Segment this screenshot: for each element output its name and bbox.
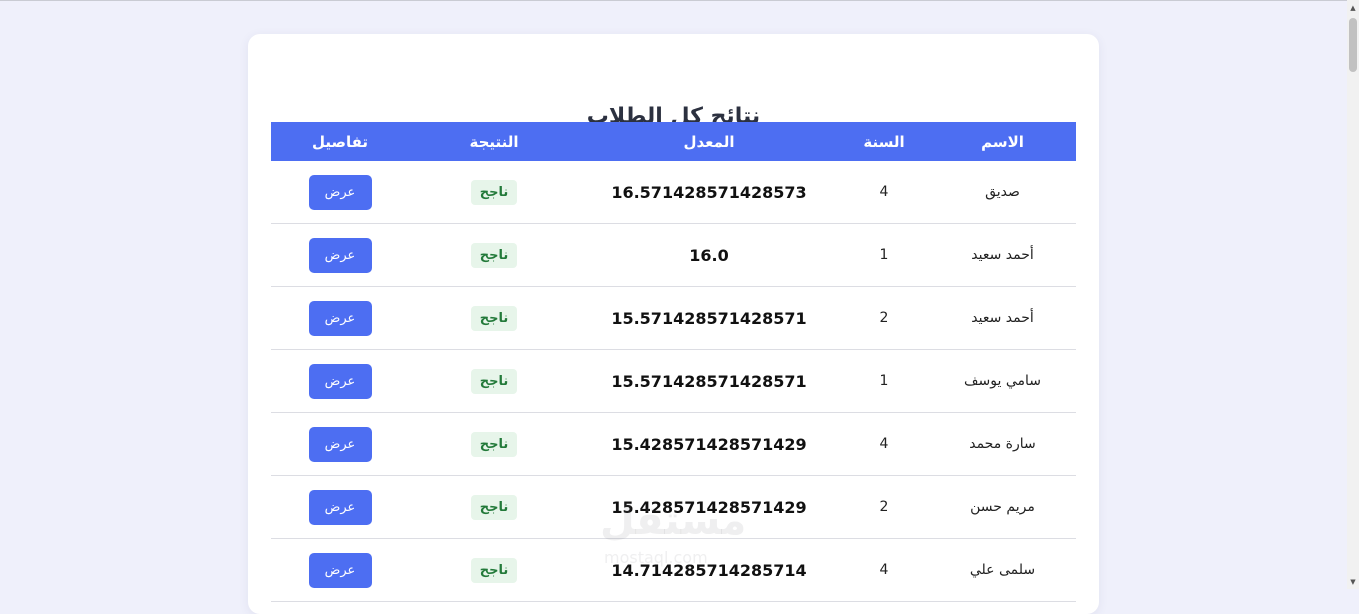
results-card: نتائج كل الطلاب الاسم السنة المعدل النتي… [248,34,1099,614]
student-name: أحمد سعيد [929,286,1076,350]
student-average: 16.0 [579,223,839,287]
header-year: السنة [863,132,905,151]
table-row: سامي يوسف 1 15.571428571428571 ناجح عرض [271,349,1076,413]
result-badge: ناجح [470,305,518,331]
view-button[interactable]: عرض [308,489,372,525]
vertical-scrollbar[interactable]: ▲ ▼ [1347,0,1359,589]
student-year: 2 [839,475,929,539]
student-name: صديق [929,161,1076,224]
view-button[interactable]: عرض [308,237,372,273]
student-average: 15.428571428571429 [579,475,839,539]
scroll-up-arrow-icon[interactable]: ▲ [1347,1,1359,15]
table-row: صديق 4 16.571428571428573 ناجح عرض [271,161,1076,224]
table-row: مريم حسن 2 15.428571428571429 ناجح عرض [271,475,1076,539]
view-button[interactable]: عرض [308,552,372,588]
student-year: 1 [839,223,929,287]
result-badge: ناجح [470,368,518,394]
result-badge: ناجح [470,179,518,205]
scroll-down-arrow-icon[interactable]: ▼ [1347,575,1359,589]
header-details: تفاصيل [311,132,369,151]
view-button[interactable]: عرض [308,426,372,462]
view-button[interactable]: عرض [308,300,372,336]
student-name: مريم حسن [929,475,1076,539]
student-year: 4 [839,412,929,476]
result-badge: ناجح [470,494,518,520]
table-header: الاسم السنة المعدل النتيجة تفاصيل [271,122,1076,161]
result-badge: ناجح [470,431,518,457]
student-name: أحمد سعيد [929,223,1076,287]
table-row: أحمد سعيد 2 15.571428571428571 ناجح عرض [271,286,1076,350]
student-average: 16.571428571428573 [579,161,839,224]
window-top-border [0,0,1359,1]
view-button[interactable]: عرض [308,174,372,210]
student-average: 15.571428571428571 [579,349,839,413]
scrollbar-thumb[interactable] [1349,18,1357,72]
student-name: سامي يوسف [929,349,1076,413]
header-result: النتيجة [469,132,519,151]
header-average: المعدل [683,132,735,151]
student-name: سلمى علي [929,538,1076,602]
student-average: 15.428571428571429 [579,412,839,476]
result-badge: ناجح [470,557,518,583]
table-row: سارة محمد 4 15.428571428571429 ناجح عرض [271,412,1076,476]
table-row: سلمى علي 4 14.714285714285714 ناجح عرض [271,538,1076,602]
student-year: 4 [839,538,929,602]
student-year: 2 [839,286,929,350]
header-name: الاسم [981,132,1024,151]
table-body: صديق 4 16.571428571428573 ناجح عرض أحمد … [271,161,1076,602]
student-average: 15.571428571428571 [579,286,839,350]
results-table: الاسم السنة المعدل النتيجة تفاصيل صديق 4… [271,122,1076,602]
student-year: 1 [839,349,929,413]
table-header-row: الاسم السنة المعدل النتيجة تفاصيل [271,122,1076,161]
table-row: أحمد سعيد 1 16.0 ناجح عرض [271,223,1076,287]
student-year: 4 [839,161,929,224]
result-badge: ناجح [470,242,518,268]
student-name: سارة محمد [929,412,1076,476]
student-average: 14.714285714285714 [579,538,839,602]
view-button[interactable]: عرض [308,363,372,399]
